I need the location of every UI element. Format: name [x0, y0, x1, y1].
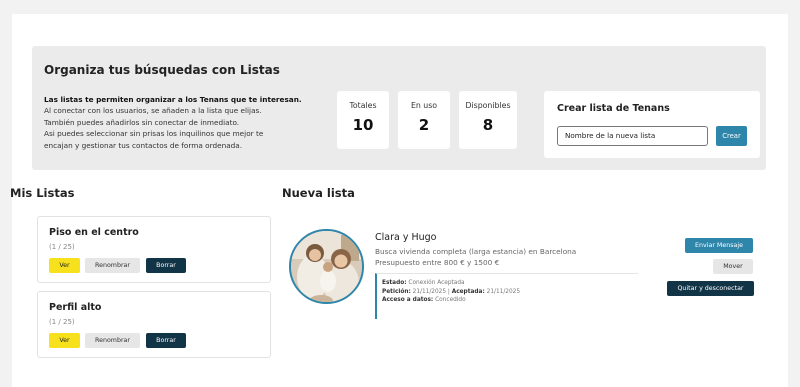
intro-line: encajan y gestionar tus contactos de for…: [44, 140, 243, 150]
create-list-box: Crear lista de Tenans Nombre de la nueva…: [544, 91, 760, 158]
create-list-title: Crear lista de Tenans: [557, 103, 670, 114]
list-name: Perfil alto: [49, 302, 102, 313]
stat-label: Totales: [349, 101, 377, 110]
my-lists-title: Mis Listas: [10, 186, 75, 200]
new-list-name-input[interactable]: Nombre de la nueva lista: [557, 126, 708, 146]
intro-text: Las listas te permiten organizar a los T…: [44, 94, 334, 151]
tenant-name[interactable]: Clara y Hugo: [375, 232, 437, 243]
tenant-budget: Presupuesto entre 800 € y 1500 €: [375, 258, 500, 267]
stat-disponibles: Disponibles 8: [459, 91, 517, 149]
tenant-description: Busca vivienda completa (larga estancia)…: [375, 247, 577, 256]
page-title: Organiza tus búsquedas con Listas: [44, 63, 280, 77]
stat-value: 2: [418, 116, 430, 134]
view-list-button[interactable]: Ver: [49, 258, 80, 273]
intro-line: También puedes añadirlos sin conectar de…: [44, 117, 240, 127]
intro-line: Al conectar con los usuarios, se añaden …: [44, 106, 262, 116]
list-count: (1 / 25): [49, 318, 75, 326]
stat-value: 10: [352, 116, 374, 134]
send-message-button[interactable]: Enviar Mensaje: [685, 238, 753, 253]
delete-list-button[interactable]: Borrar: [146, 258, 186, 273]
list-count: (1 / 25): [49, 243, 75, 251]
dates-row: Petición: 21/11/2025 | Aceptada: 21/11/2…: [382, 288, 521, 295]
tenant-avatar[interactable]: [289, 229, 364, 304]
stat-label: Disponibles: [465, 101, 511, 110]
intro-lead: Las listas te permiten organizar a los T…: [44, 95, 302, 104]
connection-details: Estado: Conexión Aceptada Petición: 21/1…: [375, 273, 638, 319]
intro-line: Asi puedes seleccionar sin prisas los in…: [44, 129, 264, 139]
view-list-button[interactable]: Ver: [49, 333, 80, 348]
move-button[interactable]: Mover: [713, 259, 753, 274]
delete-list-button[interactable]: Borrar: [146, 333, 186, 348]
rename-list-button[interactable]: Renombrar: [85, 258, 140, 273]
estado-row: Estado: Conexión Aceptada: [382, 280, 465, 286]
stat-en-uso: En uso 2: [398, 91, 450, 149]
acceso-row: Acceso a datos: Concedido: [382, 297, 466, 304]
stat-totales: Totales 10: [337, 91, 389, 149]
new-list-title: Nueva lista: [282, 186, 355, 200]
list-card: Piso en el centro (1 / 25) Ver Renombrar…: [37, 216, 271, 283]
list-card: Perfil alto (1 / 25) Ver Renombrar Borra…: [37, 291, 271, 358]
remove-disconnect-button[interactable]: Quitar y desconectar: [667, 281, 754, 296]
create-list-button[interactable]: Crear: [716, 126, 747, 146]
lists-info-panel: Organiza tus búsquedas con Listas Las li…: [32, 46, 766, 170]
stat-value: 8: [482, 116, 494, 134]
rename-list-button[interactable]: Renombrar: [85, 333, 140, 348]
list-name: Piso en el centro: [49, 227, 139, 238]
stat-label: En uso: [410, 101, 438, 110]
